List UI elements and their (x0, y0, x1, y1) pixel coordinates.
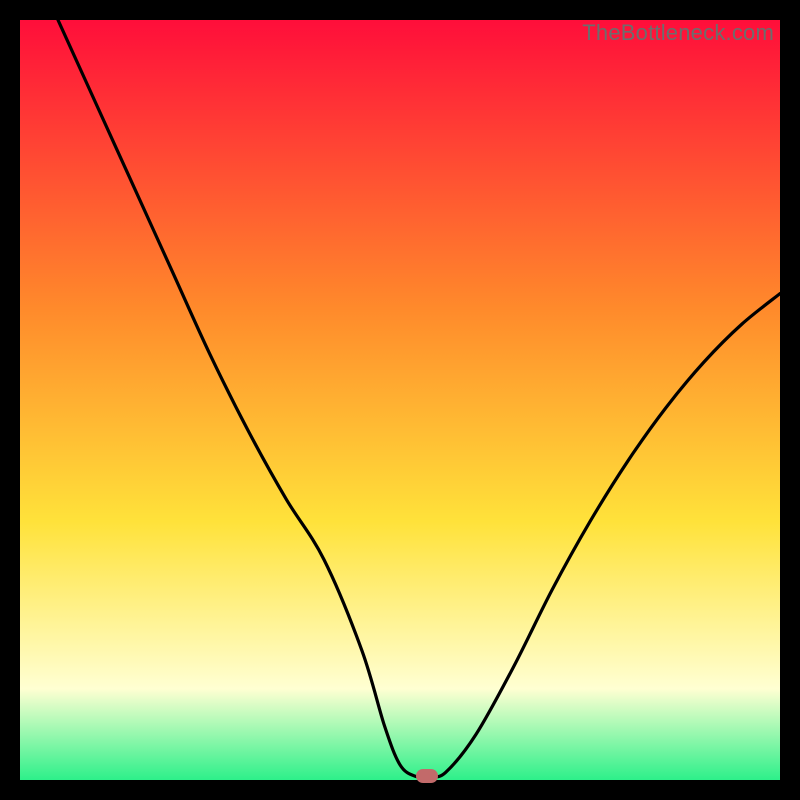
optimal-point-marker (416, 769, 438, 783)
watermark-text: TheBottleneck.com (582, 20, 774, 46)
gradient-background (20, 20, 780, 780)
plot-svg (20, 20, 780, 780)
chart-frame: TheBottleneck.com (20, 20, 780, 780)
